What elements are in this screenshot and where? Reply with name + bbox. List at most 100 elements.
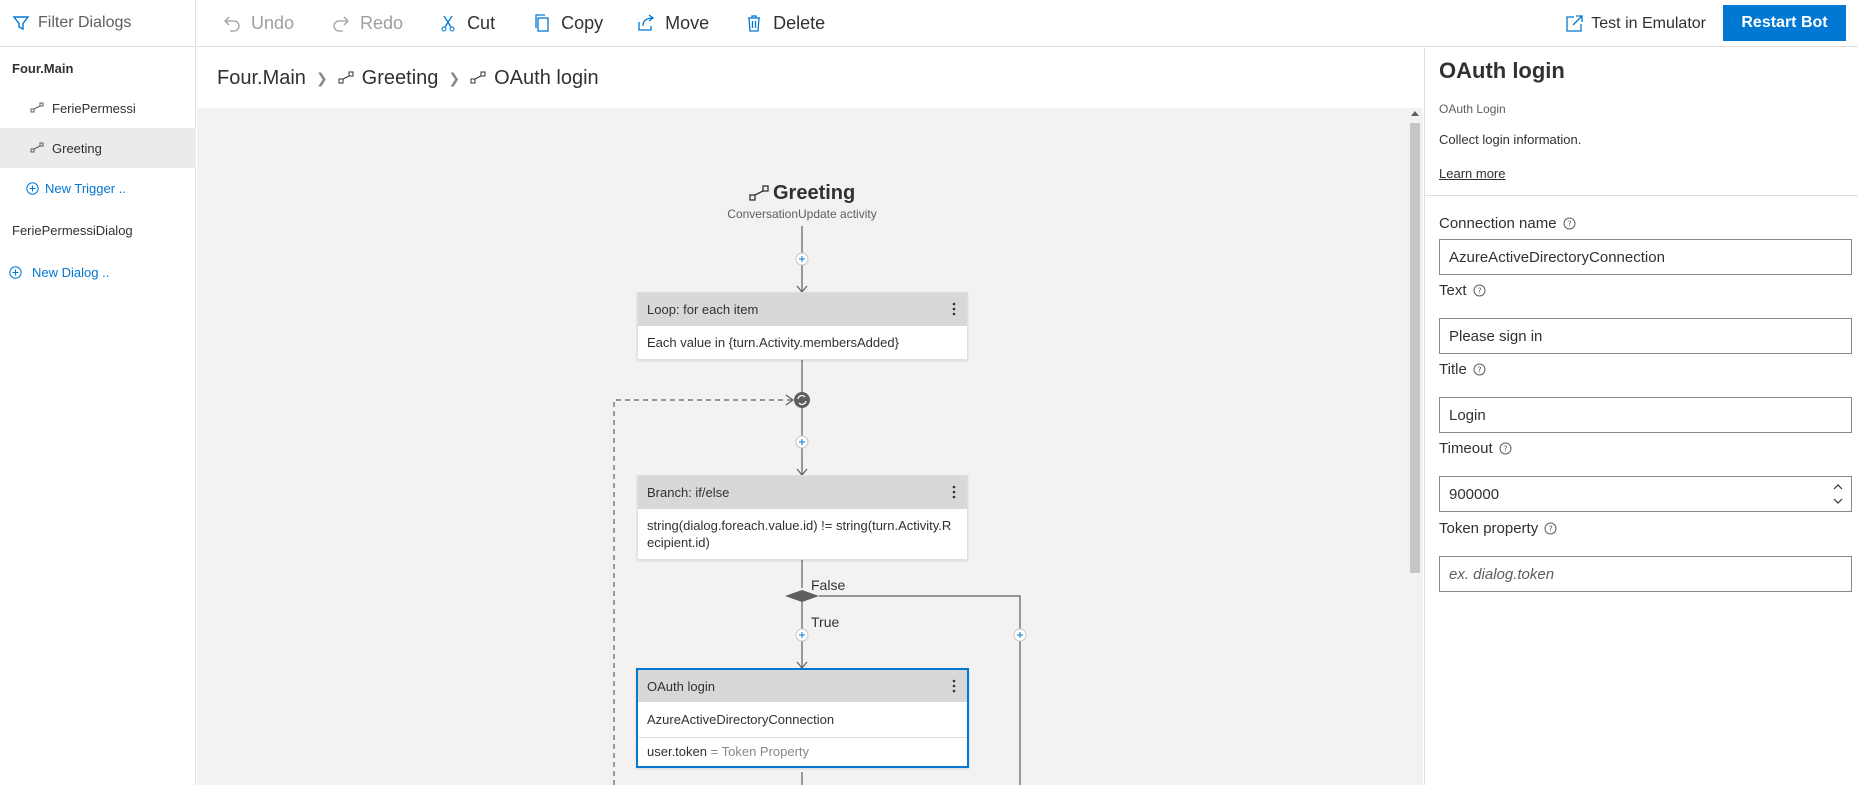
svg-text:?: ?: [1549, 525, 1553, 534]
property-equals: =: [710, 744, 719, 759]
title-label: Title ?: [1439, 361, 1486, 378]
help-icon[interactable]: ?: [1563, 217, 1576, 230]
more-icon[interactable]: [952, 302, 956, 316]
svg-text:?: ?: [1477, 287, 1481, 296]
properties-panel: OAuth login OAuth Login Collect login in…: [1424, 48, 1858, 785]
timeout-field[interactable]: 900000: [1439, 476, 1852, 512]
trigger-subtitle: ConversationUpdate activity: [727, 207, 877, 221]
nav-dialog-feriepermessidialog[interactable]: FeriePermessiDialog: [0, 210, 196, 250]
new-trigger-label: New Trigger ..: [45, 180, 126, 196]
breadcrumb-item[interactable]: Greeting: [362, 67, 439, 90]
node-body: AzureActiveDirectoryConnection: [647, 712, 835, 727]
toolbar: Undo Redo Cut Copy Move Delete Test in E…: [197, 0, 1858, 47]
token-property-label: Token property ?: [1439, 520, 1557, 537]
open-external-icon: [1566, 14, 1583, 32]
trigger-icon: [749, 185, 769, 201]
node-body: string(dialog.foreach.value.id) != strin…: [647, 518, 952, 550]
new-dialog-label: New Dialog ..: [32, 264, 110, 280]
node-header: Loop: for each item: [638, 293, 967, 326]
panel-subtitle: OAuth Login: [1439, 102, 1506, 116]
delete-label: Delete: [773, 12, 826, 33]
svg-text:?: ?: [1477, 366, 1481, 375]
scroll-thumb[interactable]: [1410, 123, 1420, 573]
undo-label: Undo: [251, 12, 295, 33]
nav-dialog-four-main[interactable]: Four.Main: [0, 48, 196, 88]
move-button[interactable]: Move: [637, 0, 709, 47]
dialog-navigation: Filter Dialogs Four.Main FeriePermessi G…: [0, 0, 196, 785]
token-property-field[interactable]: ex. dialog.token: [1439, 556, 1852, 592]
trigger-heading: Greeting: [749, 182, 855, 205]
timeout-value: 900000: [1449, 485, 1500, 503]
redo-label: Redo: [360, 12, 404, 33]
more-icon[interactable]: [952, 485, 956, 499]
test-in-emulator-button[interactable]: Test in Emulator: [1565, 0, 1706, 47]
delete-button[interactable]: Delete: [745, 0, 825, 47]
field-label-text: Timeout: [1439, 440, 1493, 457]
timeout-label: Timeout ?: [1439, 440, 1512, 457]
undo-icon: [224, 16, 240, 32]
panel-description: Collect login information.: [1439, 132, 1582, 147]
spin-button-icon[interactable]: [1831, 479, 1845, 509]
trigger-icon: [30, 142, 44, 153]
new-trigger-link[interactable]: New Trigger ..: [0, 168, 196, 208]
help-icon[interactable]: ?: [1499, 442, 1512, 455]
help-icon[interactable]: ?: [1473, 284, 1486, 297]
text-label: Text ?: [1439, 282, 1486, 299]
oauth-login-node[interactable]: OAuth login AzureActiveDirectoryConnecti…: [636, 668, 969, 768]
copy-label: Copy: [561, 12, 604, 33]
chevron-right-icon: ❯: [315, 69, 328, 86]
node-header: Branch: if/else: [638, 476, 967, 509]
undo-button[interactable]: Undo: [223, 0, 294, 47]
panel-divider: [1425, 195, 1858, 196]
copy-icon: [535, 14, 549, 32]
restart-bot-button[interactable]: Restart Bot: [1723, 5, 1846, 41]
move-icon: [638, 14, 655, 31]
nav-trigger-greeting[interactable]: Greeting: [0, 128, 196, 168]
breadcrumb-item[interactable]: OAuth login: [494, 67, 599, 90]
canvas-scrollbar[interactable]: [1407, 108, 1423, 785]
cut-button[interactable]: Cut: [439, 0, 495, 47]
true-label: True: [811, 614, 840, 630]
cut-icon: [441, 15, 455, 32]
nav-dialog-label: FeriePermessiDialog: [12, 222, 133, 238]
nav-trigger-feriepermessi[interactable]: FeriePermessi: [0, 88, 196, 128]
field-label-text: Title: [1439, 361, 1467, 378]
node-header: OAuth login: [638, 670, 967, 702]
learn-more-link[interactable]: Learn more: [1439, 166, 1505, 181]
help-icon[interactable]: ?: [1473, 363, 1486, 376]
node-body: Each value in {turn.Activity.membersAdde…: [647, 335, 899, 350]
emulator-label: Test in Emulator: [1591, 14, 1706, 32]
trigger-icon: [338, 71, 354, 84]
help-icon[interactable]: ?: [1544, 522, 1557, 535]
chevron-right-icon: ❯: [448, 69, 461, 86]
field-label-text: Text: [1439, 282, 1467, 299]
svg-text:?: ?: [1567, 220, 1571, 229]
filter-dialogs[interactable]: Filter Dialogs: [0, 0, 195, 47]
trigger-icon: [470, 71, 486, 84]
property-value: Token Property: [721, 744, 810, 759]
breadcrumb-item[interactable]: Four.Main: [217, 67, 306, 90]
new-dialog-link[interactable]: New Dialog ..: [0, 252, 196, 292]
trigger-icon: [30, 102, 44, 113]
nav-dialog-label: Four.Main: [12, 60, 74, 76]
connection-name-field[interactable]: AzureActiveDirectoryConnection: [1439, 239, 1852, 275]
property-key: user.token: [647, 744, 707, 759]
title-field[interactable]: Login: [1439, 397, 1852, 433]
cut-label: Cut: [467, 12, 496, 33]
redo-button[interactable]: Redo: [332, 0, 403, 47]
copy-button[interactable]: Copy: [533, 0, 603, 47]
filter-label: Filter Dialogs: [38, 14, 132, 31]
node-property-row: user.token = Token Property: [638, 737, 967, 766]
add-circle-icon: [26, 181, 39, 195]
branch-node[interactable]: Branch: if/else string(dialog.foreach.va…: [637, 475, 968, 560]
trigger-title: Greeting: [773, 182, 856, 204]
filter-icon: [12, 16, 30, 31]
field-label-text: Connection name: [1439, 215, 1557, 232]
loop-node[interactable]: Loop: for each item Each value in {turn.…: [637, 292, 968, 360]
text-field[interactable]: Please sign in: [1439, 318, 1852, 354]
more-icon[interactable]: [952, 679, 956, 693]
node-title: Branch: if/else: [647, 485, 730, 500]
scroll-up-icon[interactable]: [1411, 111, 1419, 116]
connection-name-label: Connection name ?: [1439, 215, 1576, 232]
breadcrumb: Four.Main ❯ Greeting ❯ OAuth login: [217, 48, 599, 108]
